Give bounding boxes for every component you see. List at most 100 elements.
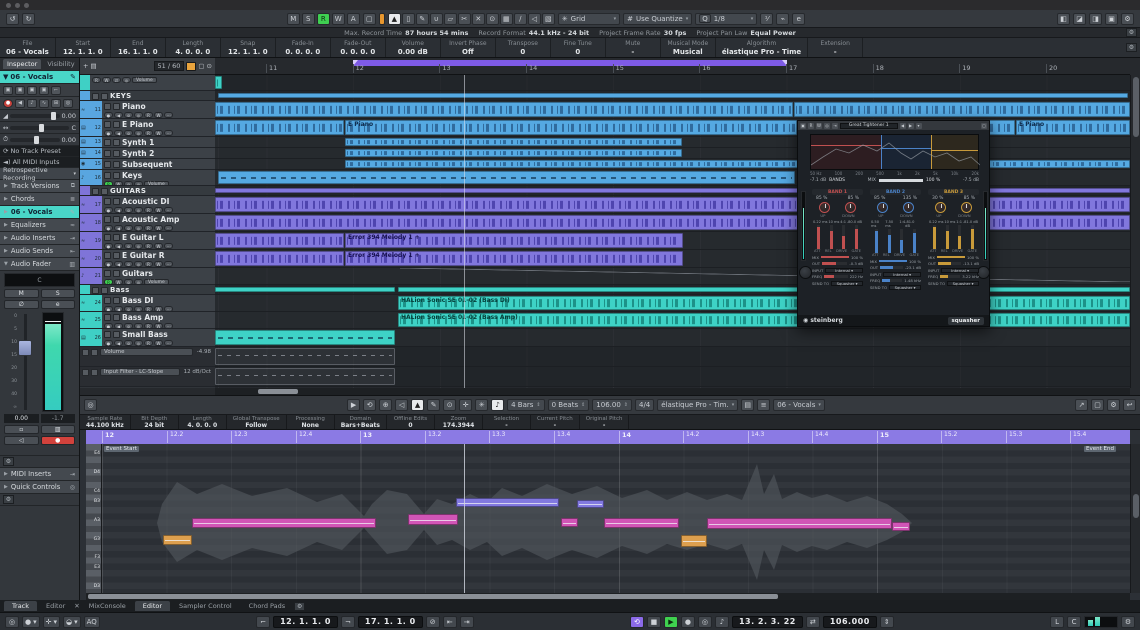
info-field[interactable]: End16. 1. 1. 0 <box>111 38 166 57</box>
tab-bar-setup-gear-icon[interactable]: ⚙ <box>294 602 305 611</box>
track-row-acoustic-amp[interactable]: ≈18Acoustic Amp●◀⊘◎RW⋯ <box>80 214 215 232</box>
inspector-button[interactable]: ⌐ <box>51 86 61 95</box>
lane-button-W[interactable]: W <box>102 77 111 83</box>
mute-button[interactable] <box>92 287 99 294</box>
event-row-small-bass[interactable] <box>215 329 1130 347</box>
record-enable-button[interactable]: ● <box>104 340 113 346</box>
lane-parameter[interactable]: Volume <box>132 77 157 83</box>
inspector-track-title[interactable]: ▼06 - Vocals✎ <box>0 71 79 84</box>
solo-button[interactable] <box>113 121 120 128</box>
send-select[interactable]: Squasher ▾ <box>831 281 863 286</box>
solo-button[interactable] <box>113 150 120 157</box>
more-button[interactable]: ⋯ <box>164 306 173 311</box>
inspector-section-chords[interactable]: ▶Chords≣ <box>0 193 79 206</box>
automation-r-button[interactable]: R <box>317 13 330 25</box>
retrospective-recording-dropdown[interactable]: Retrospective Recording▾ <box>0 168 79 180</box>
automation-a-button[interactable]: A <box>347 13 360 25</box>
write-button[interactable]: W <box>154 207 163 213</box>
clip[interactable] <box>215 287 395 292</box>
pan-slider[interactable] <box>10 126 69 130</box>
line-tool[interactable]: ∕ <box>514 13 527 25</box>
range-selection-tool[interactable]: ▯ <box>402 13 415 25</box>
delay-slider[interactable] <box>10 138 59 142</box>
freeze-button[interactable]: ⊘ <box>124 130 133 136</box>
volume-pill[interactable]: Volume <box>144 181 169 185</box>
goto-right-locator-icon[interactable]: ¬ <box>341 616 355 628</box>
clip[interactable]: E Piano <box>345 120 797 135</box>
editor-info-field[interactable]: Global TransposeFollow <box>227 415 287 429</box>
write-button[interactable]: W <box>154 323 163 328</box>
record-enable-button[interactable]: ● <box>104 225 113 231</box>
edit-button[interactable]: ◎ <box>134 323 143 328</box>
event-row-guitars[interactable] <box>215 186 1130 196</box>
read-button[interactable]: R <box>144 243 153 249</box>
close-icon[interactable]: ✕ <box>74 602 79 610</box>
event-row-keys[interactable] <box>215 170 1130 186</box>
info-field[interactable]: Start12. 1. 1. 0 <box>56 38 111 57</box>
solo-button[interactable] <box>101 188 108 195</box>
preset-prev-icon[interactable]: ◀ <box>900 123 906 129</box>
edit-button[interactable]: ◎ <box>134 306 143 311</box>
variaudio-segment-5[interactable] <box>561 518 578 527</box>
editor-bars-stepper[interactable]: 4 Bars⇕ <box>507 399 545 411</box>
clip[interactable] <box>345 138 682 146</box>
inspector-section-track-versions[interactable]: ▶Track Versions⧉ <box>0 180 79 193</box>
freeze-button[interactable]: ⊘ <box>124 261 133 267</box>
clip[interactable]: Error 394 Melody 1 + <box>345 233 683 248</box>
event-row-lane[interactable] <box>215 75 1130 91</box>
pre-roll-icon[interactable]: ◎ <box>698 616 712 628</box>
inspector-section-audio-fader[interactable]: ▼Audio Fader▥ <box>0 258 79 271</box>
mix-bar[interactable] <box>821 256 849 259</box>
inspector-button[interactable]: ♪ <box>27 99 37 108</box>
mute-button[interactable] <box>104 139 111 146</box>
edit-button[interactable]: ◎ <box>134 112 143 118</box>
q-value-dropdown[interactable]: Q 1/8 ▾ <box>695 13 757 25</box>
glue-tool[interactable]: ∪ <box>430 13 443 25</box>
record-enable-button[interactable]: R <box>104 181 113 185</box>
automation-parameter-name[interactable]: Volume <box>100 348 193 356</box>
editor-piano-keyboard[interactable]: E4D4C4B3A3G3F3E3D3 <box>86 444 102 593</box>
scrollbar-thumb[interactable] <box>258 389 298 394</box>
band-header[interactable]: BAND 1 <box>812 189 863 195</box>
punch-in-icon[interactable]: ⇤ <box>443 616 457 628</box>
variaudio-segment-7[interactable] <box>604 518 679 528</box>
mute-button[interactable] <box>92 188 99 195</box>
editor-info-field[interactable]: Length4. 0. 0. 0 <box>179 415 227 429</box>
solo-button[interactable]: S <box>41 289 76 298</box>
band-slider[interactable] <box>875 229 878 253</box>
plugin-menu-icon[interactable]: ▾ <box>916 123 922 129</box>
write-button[interactable]: W <box>154 225 163 231</box>
freeze-button[interactable]: ⊘ <box>124 306 133 311</box>
track-row-small-bass[interactable]: ▤26Small Bass●◀⊘◎RW⋯ <box>80 329 215 347</box>
editor-info-field[interactable]: Current Pitch- <box>531 415 580 429</box>
monitor-button[interactable]: ◀ <box>114 243 123 249</box>
read-button[interactable] <box>82 369 89 376</box>
more-button[interactable]: ⋯ <box>164 323 173 328</box>
input-select[interactable]: Internal ▾ <box>941 268 979 273</box>
plugin-spectrum-display[interactable] <box>810 134 979 170</box>
variaudio-segment-3[interactable] <box>408 514 458 525</box>
band-slider[interactable] <box>946 225 949 249</box>
mute-button[interactable] <box>104 103 111 110</box>
track-row-e-guitar-l[interactable]: ≈19E Guitar L●◀⊘◎RW⋯ <box>80 232 215 250</box>
read-button[interactable]: R <box>144 306 153 311</box>
automation-m-button[interactable]: M <box>287 13 300 25</box>
left-locator-value[interactable]: 12. 1. 1. 0 <box>273 616 338 628</box>
listen-button[interactable]: ▫ <box>4 425 39 434</box>
solo-button[interactable] <box>113 234 120 241</box>
track-row-synth-1[interactable]: ▤13Synth 1 <box>80 137 215 148</box>
volume-pill[interactable]: Volume <box>144 279 169 284</box>
solo-button[interactable] <box>113 331 120 338</box>
freq-bar[interactable] <box>824 275 847 278</box>
editor-info-field[interactable]: Bit Depth24 bit <box>131 415 179 429</box>
track-row-keys[interactable]: ♪16KeysRW⊘◎Volume <box>80 170 215 186</box>
comp-tool[interactable]: ▦ <box>500 13 513 25</box>
clip[interactable] <box>398 287 1130 292</box>
info-field[interactable]: Mute- <box>606 38 661 57</box>
read-button[interactable]: R <box>144 225 153 231</box>
read-button[interactable]: R <box>144 261 153 267</box>
record-enable-button[interactable]: R <box>104 279 113 284</box>
more-button[interactable]: ⋯ <box>164 243 173 249</box>
color-tool[interactable]: ▧ <box>542 13 555 25</box>
record-enable-button[interactable]: ● <box>104 243 113 249</box>
